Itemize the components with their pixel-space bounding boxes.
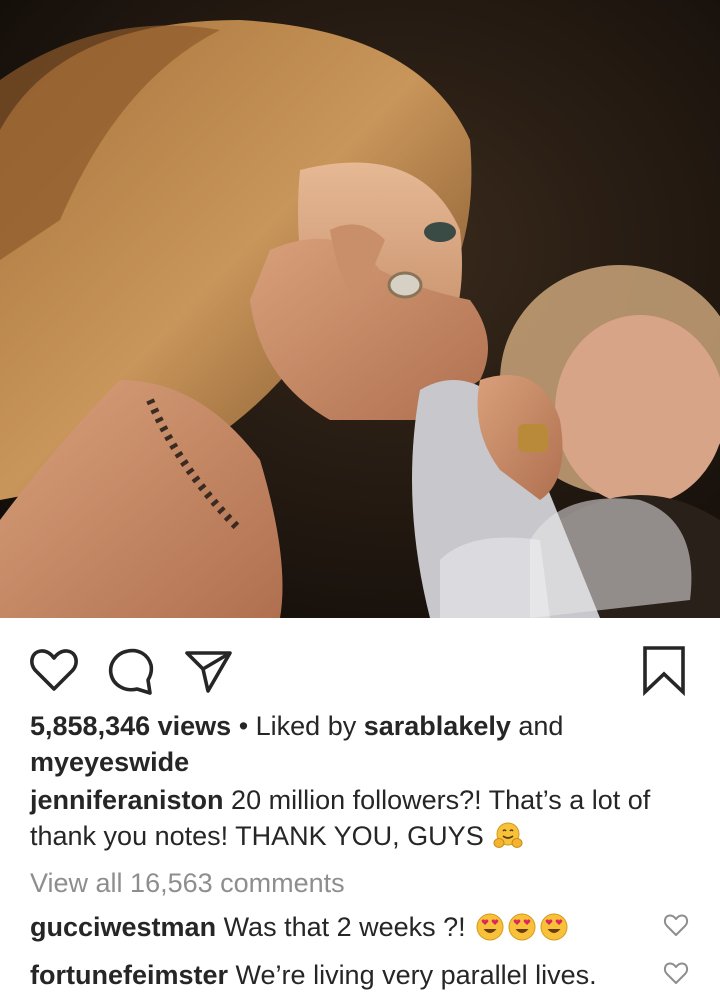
caption-text-line1: 20 million followers?! That’s a lot of	[231, 785, 651, 815]
view-all-comments-link[interactable]: View all 16,563 comments	[30, 865, 700, 901]
post-media[interactable]	[0, 0, 720, 618]
comment-text: We’re living very parallel lives.	[235, 960, 597, 990]
comment-text: Was that 2 weeks ?!	[223, 912, 466, 942]
post-meta: 5,858,346 views • Liked by sarablakely a…	[30, 708, 700, 993]
heart-eyes-emoji	[507, 912, 537, 942]
heart-icon[interactable]	[26, 642, 82, 698]
heart-eyes-emoji	[475, 912, 505, 942]
liked-by-and: and	[518, 711, 564, 741]
post-caption: jenniferaniston 20 million followers?! T…	[30, 782, 700, 854]
comment-like-heart-icon[interactable]	[662, 911, 690, 939]
post-video-still	[0, 0, 720, 618]
likes-line: 5,858,346 views • Liked by sarablakely a…	[30, 708, 700, 744]
post-action-bar	[0, 618, 720, 710]
send-icon[interactable]	[180, 642, 236, 698]
caption-username[interactable]: jenniferaniston	[30, 785, 224, 815]
liked-by-prefix: Liked by	[255, 711, 357, 741]
comment-icon[interactable]	[102, 642, 158, 698]
heart-eyes-emoji	[539, 912, 569, 942]
liked-by-user-link[interactable]: sarablakely	[364, 711, 511, 741]
comment-username[interactable]: gucciwestman	[30, 912, 216, 942]
comment-like-heart-icon[interactable]	[662, 959, 690, 987]
caption-text-line2: thank you notes! THANK YOU, GUYS	[30, 821, 484, 851]
comment-username[interactable]: fortunefeimster	[30, 960, 228, 990]
likes-line-2: myeyeswide	[30, 744, 700, 780]
bookmark-icon[interactable]	[636, 642, 692, 698]
separator-dot: •	[238, 711, 249, 741]
comment-row: gucciwestman Was that 2 weeks ?!	[30, 909, 700, 945]
views-count[interactable]: 5,858,346 views	[30, 711, 231, 741]
hugging-face-emoji	[493, 821, 523, 851]
comment-row: fortunefeimster We’re living very parall…	[30, 957, 700, 993]
liked-by-others-link[interactable]: myeyeswide	[30, 747, 189, 777]
